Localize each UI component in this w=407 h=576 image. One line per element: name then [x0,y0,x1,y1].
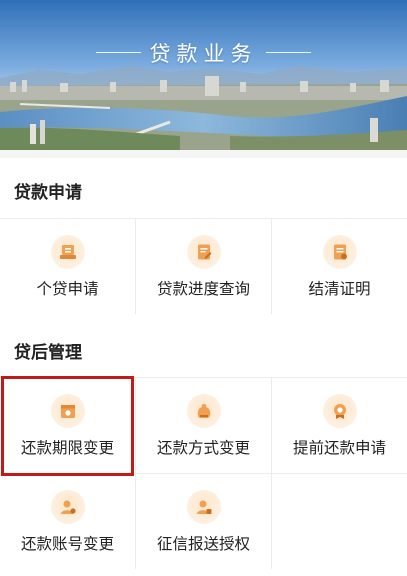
tile-label: 还款账号变更 [20,535,114,553]
account-change-icon [50,490,85,524]
post-loan-row-2: 还款账号变更 征信报送授权 [0,473,407,569]
tile-repayment-term-change[interactable]: 还款期限变更 [0,377,136,473]
tile-label: 还款方式变更 [156,439,250,457]
tile-label: 提前还款申请 [292,439,386,457]
tile-credit-report-authorization[interactable]: 征信报送授权 [136,473,272,569]
credit-report-icon [186,490,221,524]
loan-apply-icon [50,235,85,269]
tile-label: 贷款进度查询 [156,280,250,298]
prepayment-icon [322,394,357,428]
tile-personal-loan-apply[interactable]: 个贷申请 [0,218,136,314]
section-title-post-loan: 贷后管理 [14,343,82,363]
tile-label: 还款期限变更 [20,439,114,457]
tile-repayment-account-change[interactable]: 还款账号变更 [0,473,136,569]
tile-empty [272,473,407,569]
tile-label: 征信报送授权 [156,535,250,553]
settlement-certificate-icon [322,235,357,269]
section-title-loan-apply: 贷款申请 [14,183,82,203]
tile-loan-progress-query[interactable]: 贷款进度查询 [136,218,272,314]
tile-prepayment-apply[interactable]: 提前还款申请 [272,377,407,473]
tile-label: 结清证明 [308,280,371,298]
tile-label: 个贷申请 [36,280,99,298]
tile-repayment-method-change[interactable]: 还款方式变更 [136,377,272,473]
repayment-term-icon [50,394,85,428]
banner-title: 贷款业务 [149,42,258,66]
tile-settlement-certificate[interactable]: 结清证明 [272,218,407,314]
banner: 贷款业务 [0,0,407,150]
banner-city-image [0,0,407,150]
progress-query-icon [186,235,221,269]
banner-title-line-right [266,52,311,53]
repayment-method-icon [186,394,221,428]
loan-apply-row: 个贷申请 贷款进度查询 结清证明 [0,218,407,314]
post-loan-row-1: 还款期限变更 还款方式变更 提前还款申请 [0,377,407,473]
